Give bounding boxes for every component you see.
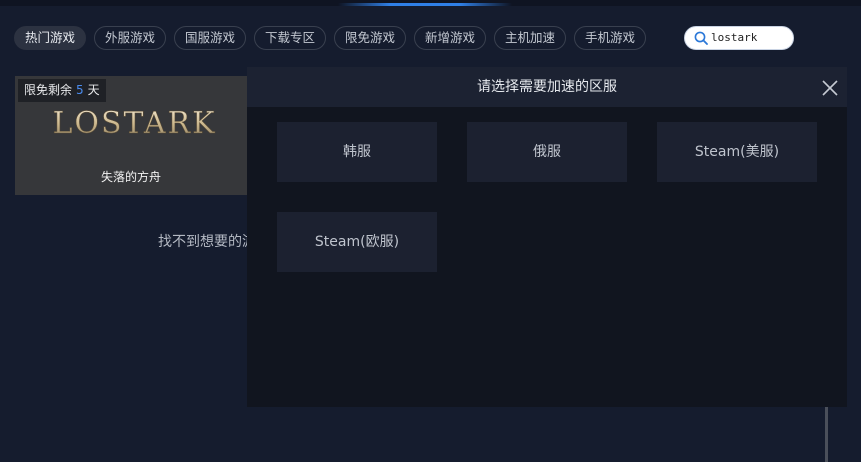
badge-prefix: 限免剩余: [24, 83, 73, 97]
tab-hot-games[interactable]: 热门游戏: [14, 26, 86, 50]
modal-header: 请选择需要加速的区服: [247, 67, 847, 107]
badge-days: 5: [76, 83, 84, 97]
region-korea-button[interactable]: 韩服: [277, 122, 437, 182]
region-steam-us-button[interactable]: Steam(美服): [657, 122, 817, 182]
lostark-logo: LOSTARK: [52, 106, 216, 141]
region-steam-eu-button[interactable]: Steam(欧服): [277, 212, 437, 272]
scrollbar[interactable]: [825, 405, 828, 462]
modal-title: 请选择需要加速的区服: [477, 79, 617, 95]
tab-overseas-games[interactable]: 外服游戏: [94, 26, 166, 50]
search-box[interactable]: [684, 26, 794, 50]
not-found-hint: 找不到想要的游戏？: [158, 234, 247, 250]
region-russia-button[interactable]: 俄服: [467, 122, 627, 182]
region-select-modal: 请选择需要加速的区服 韩服 俄服 Steam(美服) Steam(欧服): [247, 67, 847, 407]
tab-mobile-games[interactable]: 手机游戏: [574, 26, 646, 50]
tab-free-games[interactable]: 限免游戏: [334, 26, 406, 50]
close-icon[interactable]: [821, 79, 839, 97]
game-name: 失落的方舟: [100, 170, 161, 184]
game-card-lostark[interactable]: 限免剩余 5 天 LOSTARK 失落的方舟: [15, 76, 247, 195]
tab-new-games[interactable]: 新增游戏: [414, 26, 486, 50]
active-indicator: [338, 3, 512, 6]
search-input[interactable]: [711, 30, 787, 46]
search-icon: [694, 31, 708, 45]
tab-downloads[interactable]: 下载专区: [254, 26, 326, 50]
tab-console-boost[interactable]: 主机加速: [494, 26, 566, 50]
free-limit-badge: 限免剩余 5 天: [18, 79, 106, 102]
badge-suffix: 天: [87, 83, 100, 97]
svg-text:LOSTARK: LOSTARK: [52, 106, 216, 141]
tab-domestic-games[interactable]: 国服游戏: [174, 26, 246, 50]
